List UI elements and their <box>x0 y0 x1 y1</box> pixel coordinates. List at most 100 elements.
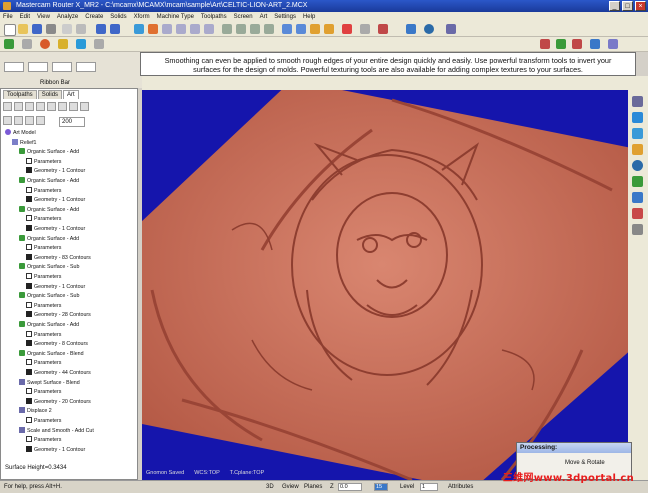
pan-icon[interactable] <box>632 128 643 139</box>
tab-art[interactable]: Art <box>63 90 79 99</box>
move-down-icon[interactable] <box>80 102 89 111</box>
circle-icon[interactable] <box>40 39 50 49</box>
repaint-icon[interactable] <box>148 24 158 34</box>
ribbon-field-3[interactable] <box>52 62 72 72</box>
lamp-icon[interactable] <box>632 176 643 187</box>
menu-edit[interactable]: Edit <box>20 12 30 22</box>
planes-button[interactable]: Planes <box>304 481 322 493</box>
tree-node[interactable]: Parameters <box>26 244 61 252</box>
tree-node[interactable]: Organic Surface - Add <box>19 205 79 214</box>
tree-node[interactable]: Parameters <box>26 157 61 166</box>
tree-node[interactable]: Organic Surface - Sub <box>19 292 79 300</box>
close-button[interactable]: × <box>635 1 646 11</box>
settings-icon[interactable] <box>632 224 643 235</box>
z-depth-field[interactable]: 0.0 <box>338 483 362 491</box>
layer-icon[interactable] <box>360 24 370 34</box>
maximize-button[interactable]: □ <box>622 1 633 11</box>
menu-settings[interactable]: Settings <box>274 12 296 22</box>
tree-node[interactable]: Geometry - 20 Contours <box>26 397 91 406</box>
expand-icon[interactable] <box>47 102 56 111</box>
new-file-icon[interactable] <box>4 24 16 36</box>
tree-node[interactable]: Scale and Smooth - Add Cut <box>19 426 94 435</box>
zoom-out-icon[interactable] <box>190 24 200 34</box>
art-cube-icon[interactable] <box>378 24 388 34</box>
delete-icon[interactable] <box>25 102 34 111</box>
analyze-icon[interactable] <box>406 24 416 34</box>
graphics-viewport[interactable]: Gnomon Saved WCS:TOP T.Cplane:TOP <box>142 90 628 480</box>
rotate-icon[interactable] <box>632 112 643 123</box>
select-all-icon[interactable] <box>3 102 12 111</box>
tree-node[interactable]: Organic Surface - Blend <box>19 349 84 358</box>
wireframe-icon[interactable] <box>282 24 292 34</box>
revolve-icon[interactable] <box>572 39 582 49</box>
menu-solids[interactable]: Solids <box>110 12 126 22</box>
menu-create[interactable]: Create <box>85 12 103 22</box>
ribbon-field-2[interactable] <box>28 62 48 72</box>
tree-node[interactable]: Geometry - 8 Contours <box>26 340 88 348</box>
menu-file[interactable]: File <box>3 12 13 22</box>
menu-toolpaths[interactable]: Toolpaths <box>201 12 227 22</box>
visible-icon[interactable] <box>14 116 23 125</box>
tree-node[interactable]: Organic Surface - Sub <box>19 263 79 271</box>
tree-node[interactable]: Geometry - 83 Contours <box>26 253 91 262</box>
shade-icon[interactable] <box>3 116 12 125</box>
chamfer-icon[interactable] <box>608 39 618 49</box>
arc-icon[interactable] <box>58 39 68 49</box>
ribbon-field-1[interactable] <box>4 62 24 72</box>
tree-node[interactable]: Swept Surface - Blend <box>19 378 80 387</box>
iso-view-icon[interactable] <box>264 24 274 34</box>
level-field[interactable]: 1 <box>420 483 438 491</box>
redo-icon[interactable] <box>110 24 120 34</box>
point-icon[interactable] <box>4 39 14 49</box>
print-icon[interactable] <box>46 24 56 34</box>
tab-toolpaths[interactable]: Toolpaths <box>3 90 37 99</box>
undo-art-icon[interactable] <box>632 208 643 219</box>
tree-node[interactable]: Parameters <box>26 359 61 367</box>
line-icon[interactable] <box>22 39 32 49</box>
view-cube-icon[interactable] <box>632 192 643 203</box>
minimize-button[interactable]: _ <box>609 1 620 11</box>
tree-node[interactable]: Organic Surface - Add <box>19 177 79 185</box>
tree-node[interactable]: Parameters <box>26 417 61 425</box>
tree-node[interactable]: Organic Surface - Add <box>19 234 79 243</box>
art-manager-icon[interactable] <box>632 96 643 107</box>
solid-tool-icon[interactable] <box>540 39 550 49</box>
relief-icon[interactable] <box>25 116 34 125</box>
menu-xform[interactable]: Xform <box>134 12 150 22</box>
tree-node[interactable]: Geometry - 1 Contour <box>26 225 85 233</box>
globe-icon[interactable] <box>632 160 643 171</box>
tree-node[interactable]: Parameters <box>26 388 61 396</box>
tree-node[interactable]: Relief1 <box>12 138 37 147</box>
save-icon[interactable] <box>32 24 42 34</box>
front-view-icon[interactable] <box>236 24 246 34</box>
tree-node[interactable]: Art Model <box>5 129 36 137</box>
menu-art[interactable]: Art <box>260 12 268 22</box>
regenerate-icon[interactable] <box>14 102 23 111</box>
attributes-button[interactable]: Attributes <box>448 481 473 493</box>
tree-node[interactable]: Displace 2 <box>19 407 52 415</box>
menu-view[interactable]: View <box>37 12 50 22</box>
menu-machine-type[interactable]: Machine Type <box>157 12 194 22</box>
sphere-icon[interactable] <box>424 24 434 34</box>
tree-node[interactable]: Geometry - 44 Contours <box>26 369 91 377</box>
tree-node[interactable]: Geometry - 1 Contour <box>26 167 85 175</box>
help-icon[interactable] <box>446 24 456 34</box>
tree-node[interactable]: Parameters <box>26 436 61 444</box>
hidden-icon[interactable] <box>296 24 306 34</box>
tree-node[interactable]: Parameters <box>26 273 61 281</box>
tab-solids[interactable]: Solids <box>37 90 63 99</box>
gview-button[interactable]: Gview <box>282 481 299 493</box>
tree-node[interactable]: Organic Surface - Add <box>19 148 79 156</box>
zoom-window-icon[interactable] <box>162 24 172 34</box>
shaded-box-icon[interactable] <box>324 24 334 34</box>
tree-node[interactable]: Parameters <box>26 301 61 310</box>
open-folder-icon[interactable] <box>18 24 28 34</box>
collapse-icon[interactable] <box>58 102 67 111</box>
side-view-icon[interactable] <box>250 24 260 34</box>
tree-node[interactable]: Parameters <box>26 215 61 223</box>
fillet-icon[interactable] <box>94 39 104 49</box>
tree-node[interactable]: Geometry - 28 Contours <box>26 311 91 319</box>
color-swatch[interactable]: 15 <box>374 483 388 491</box>
step-icon[interactable] <box>36 116 45 125</box>
undo-icon[interactable] <box>96 24 106 34</box>
